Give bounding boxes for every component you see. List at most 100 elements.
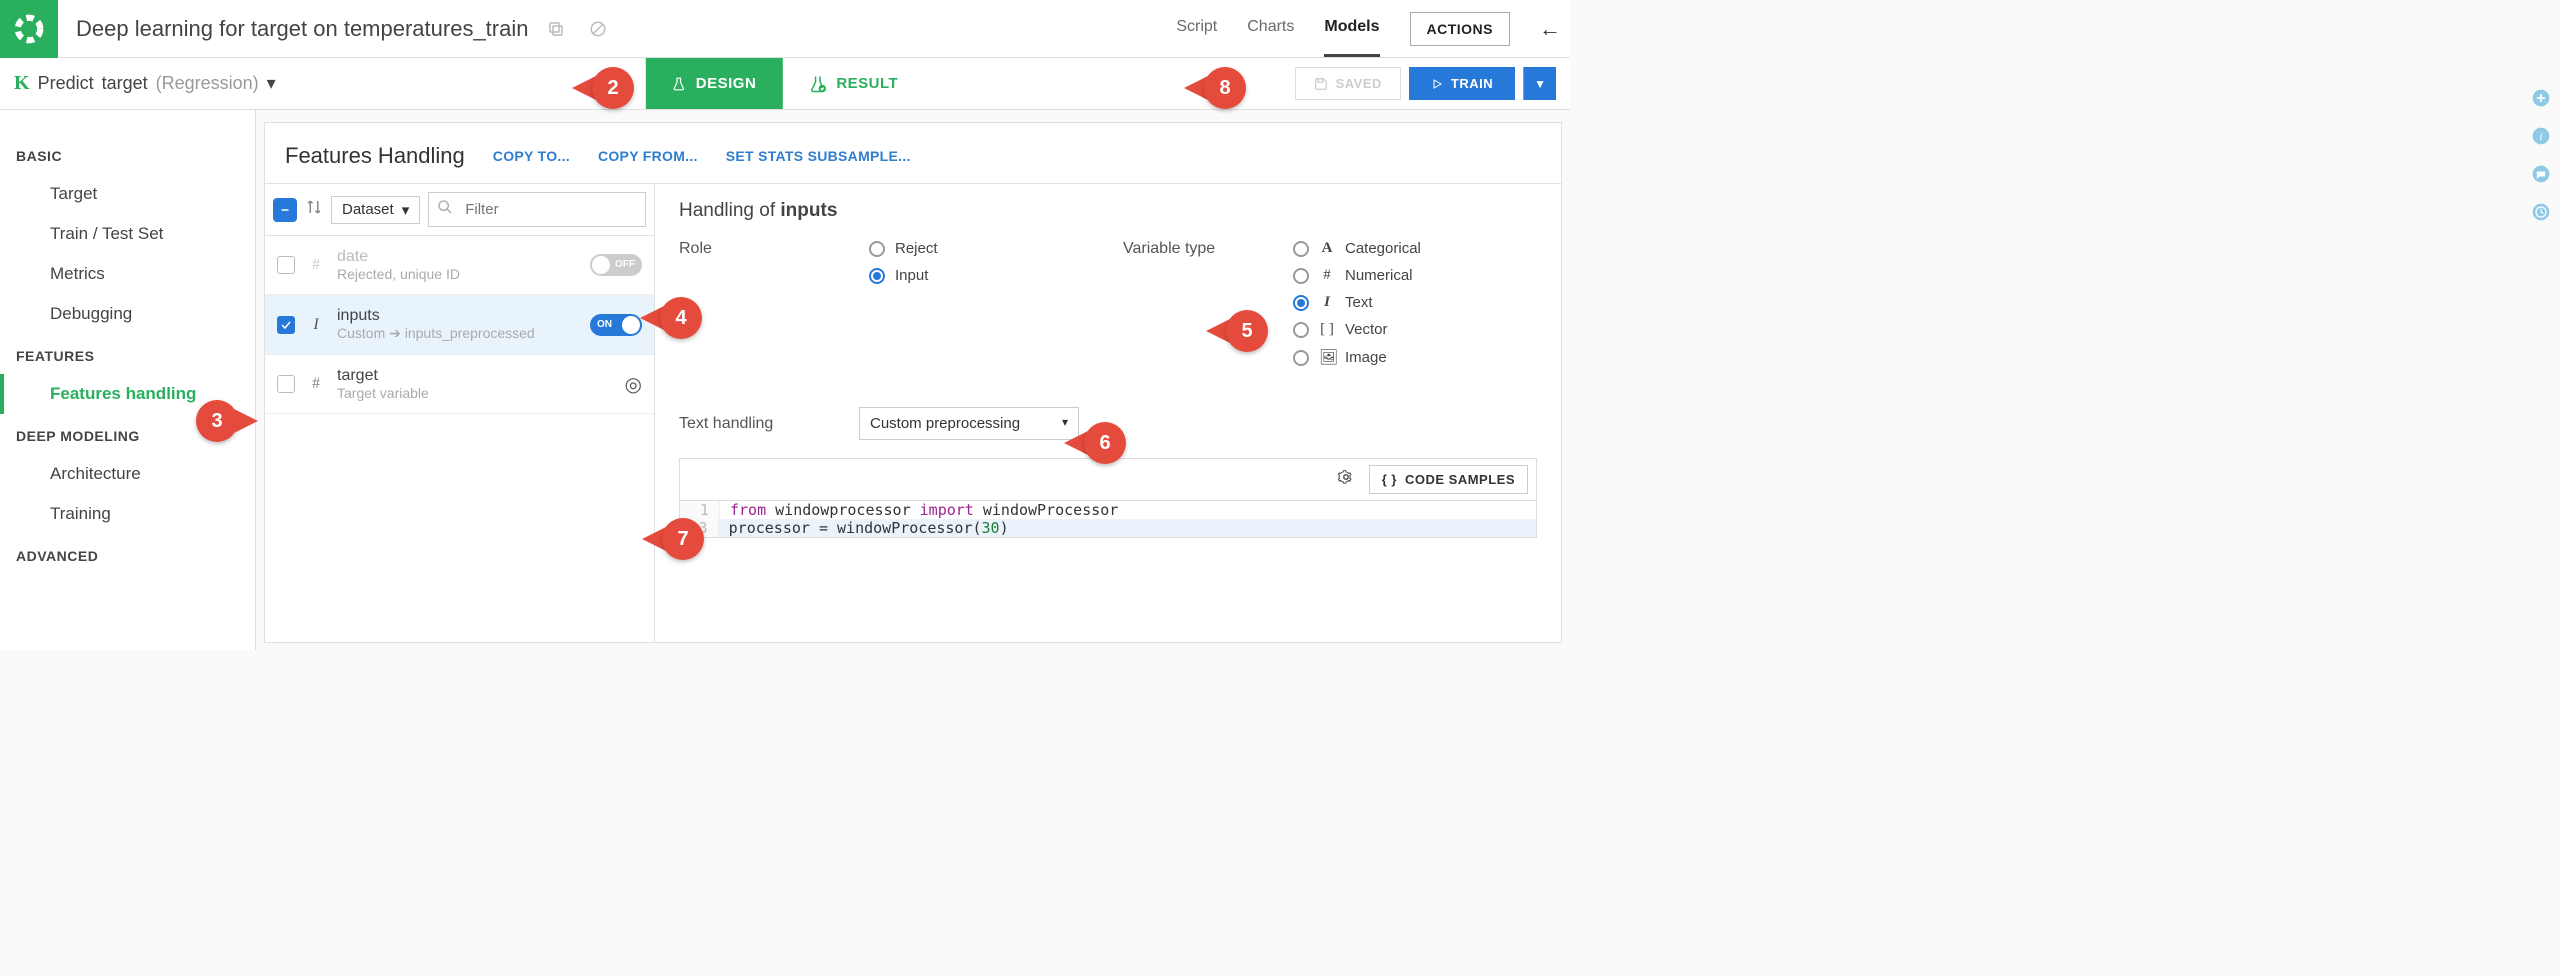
sidebar-item-metrics[interactable]: Metrics	[0, 254, 255, 294]
code-editor[interactable]: 1 from windowprocessor import windowProc…	[679, 500, 1537, 538]
tab-design[interactable]: DESIGN	[646, 58, 783, 109]
config-grid: Role Reject Input Variable type ACategor…	[679, 240, 1537, 367]
feature-name: inputs	[337, 307, 578, 325]
sidebar-item-architecture[interactable]: Architecture	[0, 454, 255, 494]
sidebar-item-debugging[interactable]: Debugging	[0, 294, 255, 334]
code-samples-button[interactable]: { } CODE SAMPLES	[1369, 465, 1528, 494]
feature-toggle[interactable]: OFF	[590, 254, 642, 276]
saved-label: SAVED	[1336, 76, 1382, 91]
copy-to-link[interactable]: COPY TO...	[493, 148, 570, 164]
feature-row-target[interactable]: # target Target variable ◎	[265, 355, 654, 414]
tab-result-label: RESULT	[836, 75, 898, 92]
forbid-icon[interactable]	[584, 15, 612, 43]
main-area: BASIC Target Train / Test Set Metrics De…	[0, 110, 1570, 650]
code-line-3: processor = windowProcessor(30)	[719, 519, 1536, 537]
text-handling-select[interactable]: Custom preprocessing	[859, 407, 1079, 440]
chat-icon[interactable]	[2531, 164, 2551, 184]
dataset-dropdown[interactable]: Dataset ▾	[331, 196, 420, 224]
chevron-down-icon: ▾	[402, 201, 410, 219]
tab-charts[interactable]: Charts	[1247, 0, 1294, 57]
back-arrow-icon[interactable]: ←	[1530, 16, 1570, 42]
text-handling-label: Text handling	[679, 415, 829, 433]
train-button[interactable]: TRAIN	[1409, 67, 1515, 100]
predict-type: (Regression)	[156, 73, 259, 94]
feature-info: inputs Custom ➔ inputs_preprocessed	[337, 307, 578, 342]
checkbox[interactable]	[277, 316, 295, 334]
sidebar-item-target[interactable]: Target	[0, 174, 255, 214]
top-bar: Deep learning for target on temperatures…	[0, 0, 1570, 58]
tab-script[interactable]: Script	[1176, 0, 1217, 57]
line-number: 1	[680, 501, 720, 519]
toggle-label: ON	[597, 319, 612, 330]
type-icon: #	[307, 375, 325, 393]
features-body: Dataset ▾ # date	[264, 183, 1562, 643]
role-options: Reject Input	[869, 240, 1113, 284]
radio-input[interactable]: Input	[869, 267, 1113, 284]
vartype-label: Variable type	[1123, 240, 1283, 258]
toggle-label: OFF	[615, 259, 635, 270]
plus-icon[interactable]	[2531, 88, 2551, 108]
svg-text:i: i	[2539, 130, 2542, 143]
sort-icon[interactable]	[305, 198, 323, 221]
tab-models[interactable]: Models	[1324, 0, 1379, 57]
feature-name: target	[337, 367, 613, 385]
content: Features Handling COPY TO... COPY FROM..…	[256, 110, 1570, 650]
feature-subtitle: Target variable	[337, 385, 613, 401]
history-icon[interactable]	[2531, 202, 2551, 222]
feature-name: date	[337, 248, 578, 266]
feature-row-date[interactable]: # date Rejected, unique ID OFF	[265, 236, 654, 295]
arrow-right-icon: ➔	[389, 325, 405, 341]
k-logo-icon: K	[14, 72, 30, 95]
vartype-options: ACategorical #Numerical IText [ ]Vector …	[1293, 240, 1537, 367]
radio-vector[interactable]: [ ]Vector	[1293, 321, 1537, 338]
copy-from-link[interactable]: COPY FROM...	[598, 148, 698, 164]
target-icon: ◎	[625, 372, 642, 397]
feature-subtitle: Custom ➔ inputs_preprocessed	[337, 325, 578, 342]
feature-subtitle: Rejected, unique ID	[337, 266, 578, 282]
sidebar-item-training[interactable]: Training	[0, 494, 255, 534]
second-bar: K Predict target (Regression) ▾ DESIGN R…	[0, 58, 1570, 110]
save-icon	[1314, 77, 1328, 91]
radio-image[interactable]: 🖼Image	[1293, 348, 1537, 367]
copy-icon[interactable]	[542, 15, 570, 43]
actions-button[interactable]: ACTIONS	[1410, 12, 1511, 46]
predict-label[interactable]: K Predict target (Regression) ▾	[0, 72, 276, 95]
app-logo[interactable]	[0, 0, 58, 58]
tab-result[interactable]: RESULT	[782, 58, 924, 109]
page-title: Deep learning for target on temperatures…	[76, 16, 528, 42]
radio-categorical[interactable]: ACategorical	[1293, 240, 1537, 257]
checkbox[interactable]	[277, 375, 295, 393]
features-title: Features Handling	[285, 143, 465, 169]
search-icon	[429, 193, 461, 226]
flask-check-icon	[808, 75, 826, 93]
train-label: TRAIN	[1451, 76, 1493, 91]
feature-list-toolbar: Dataset ▾	[265, 184, 654, 236]
callout-3: 3	[196, 400, 258, 442]
sidebar-section-basic: BASIC	[0, 134, 255, 174]
feature-toggle[interactable]: ON	[590, 314, 642, 336]
handling-title: Handling of inputs	[679, 200, 1537, 222]
right-actions: SAVED TRAIN ▼	[1295, 67, 1570, 100]
tab-design-label: DESIGN	[696, 75, 757, 92]
radio-reject[interactable]: Reject	[869, 240, 1113, 257]
top-tabs: Script Charts Models ACTIONS	[1176, 0, 1530, 57]
checkbox[interactable]	[277, 256, 295, 274]
filter-input[interactable]	[461, 195, 645, 224]
feature-row-inputs[interactable]: I inputs Custom ➔ inputs_preprocessed ON	[265, 295, 654, 355]
sidebar-section-features: FEATURES	[0, 334, 255, 374]
callout-6: 6	[1064, 422, 1126, 464]
role-label: Role	[679, 240, 859, 258]
radio-text[interactable]: IText	[1293, 294, 1537, 311]
callout-7: 7	[642, 518, 704, 560]
radio-numerical[interactable]: #Numerical	[1293, 267, 1537, 284]
right-panel: Handling of inputs Role Reject Input Var…	[655, 184, 1561, 642]
gear-icon[interactable]	[1337, 468, 1355, 491]
sidebar-section-advanced: ADVANCED	[0, 534, 255, 574]
sidebar-item-traintest[interactable]: Train / Test Set	[0, 214, 255, 254]
train-dropdown[interactable]: ▼	[1523, 67, 1556, 100]
braces-icon: { }	[1382, 472, 1397, 487]
set-stats-link[interactable]: SET STATS SUBSAMPLE...	[726, 148, 911, 164]
flask-icon	[672, 75, 686, 93]
select-all-checkbox[interactable]	[273, 198, 297, 222]
info-icon[interactable]: i	[2531, 126, 2551, 146]
